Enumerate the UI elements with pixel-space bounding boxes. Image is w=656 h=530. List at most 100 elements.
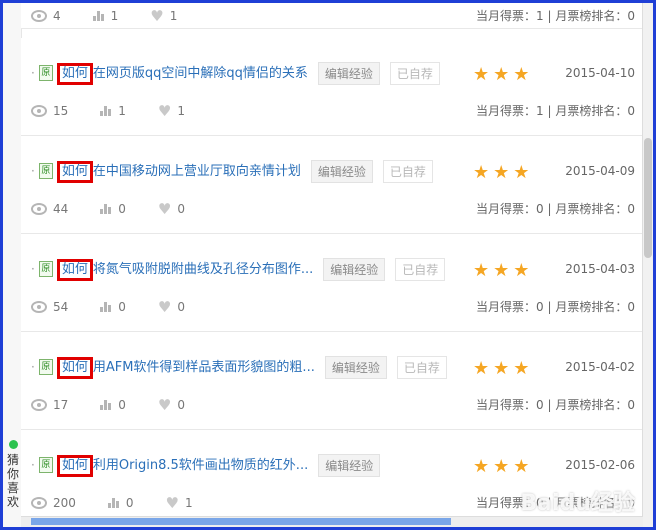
heart-icon[interactable]: ♥	[166, 494, 179, 512]
views-stat: 44	[31, 202, 68, 216]
self-recommended-badge: 已自荐	[389, 61, 440, 85]
list-item-partial: 4 1 ♥ 1 当月得票：1 | 月票榜排名：0	[21, 3, 643, 29]
views-stat: 200	[31, 496, 76, 510]
rating-stars: ★★★	[473, 64, 534, 85]
bar-chart-icon	[100, 302, 112, 312]
vertical-scrollbar[interactable]	[642, 3, 653, 527]
heart-icon[interactable]: ♥	[158, 200, 171, 218]
bars-count: 1	[118, 104, 126, 118]
guess-you-like-label: 猜你喜欢	[6, 453, 19, 509]
horizontal-scroll-thumb[interactable]	[31, 518, 451, 525]
edit-experience-button[interactable]: 编辑经验	[318, 453, 381, 477]
bars-count: 1	[110, 9, 119, 23]
bullet-icon: ·	[31, 164, 35, 178]
eye-icon	[31, 497, 47, 509]
publish-date: 2015-02-06	[565, 458, 635, 472]
row-stats: 4 1 ♥ 1	[31, 7, 209, 25]
guess-you-like-widget[interactable]: 猜你喜欢	[6, 440, 20, 509]
original-badge: 原	[38, 163, 53, 179]
article-title-link[interactable]: 如何 用AFM软件得到样品表面形貌图的粗...	[56, 356, 315, 379]
bars-count: 0	[118, 202, 126, 216]
article-title-line[interactable]: · 原 如何 用AFM软件得到样品表面形貌图的粗... 编辑经验 已自荐	[31, 354, 447, 380]
article-title-rest: 在中国移动网上营业厅取向亲情计划	[92, 163, 301, 179]
views-count: 15	[53, 104, 69, 118]
original-badge: 原	[38, 359, 53, 375]
article-title-link[interactable]: 如何 利用Origin8.5软件画出物质的红外...	[56, 454, 309, 477]
views-stat: 54	[31, 300, 68, 314]
bar-chart-icon	[100, 106, 112, 116]
experience-list: 4 1 ♥ 1 当月得票：1 | 月票榜排名：0 · 原 如何 在网页版qq空间中解…	[21, 3, 643, 527]
bullet-icon: ·	[31, 458, 35, 472]
views-stat: 4	[31, 9, 61, 23]
votes-rank: 当月得票：0 | 月票榜排名：0	[476, 202, 635, 216]
list-item: · 原 如何 在网页版qq空间中解除qq情侣的关系 编辑经验 已自荐 ★★★ 20…	[21, 38, 643, 136]
article-title-line[interactable]: · 原 如何 在网页版qq空间中解除qq情侣的关系 编辑经验 已自荐	[31, 60, 440, 86]
likes-stat: ♥ 1	[166, 494, 193, 512]
publish-date: 2015-04-10	[565, 66, 635, 80]
likes-count: 0	[177, 202, 186, 216]
bar-chart-icon	[100, 204, 112, 214]
rating-stars: ★★★	[473, 260, 534, 281]
likes-stat: ♥ 0	[158, 200, 185, 218]
edit-experience-button[interactable]: 编辑经验	[324, 355, 387, 379]
eye-icon	[31, 301, 47, 313]
edit-experience-button[interactable]: 编辑经验	[323, 257, 386, 281]
article-title-link[interactable]: 如何 将氮气吸附脱附曲线及孔径分布图作...	[56, 258, 314, 281]
heart-icon[interactable]: ♥	[150, 7, 163, 25]
votes-rank: 当月得票：1 | 月票榜排名：0	[476, 104, 635, 118]
screenshot-frame: 4 1 ♥ 1 当月得票：1 | 月票榜排名：0 · 原 如何 在网页版qq空间中解…	[0, 0, 656, 530]
list-item: · 原 如何 在中国移动网上营业厅取向亲情计划 编辑经验 已自荐 ★★★ 2015…	[21, 136, 643, 234]
heart-icon[interactable]: ♥	[158, 102, 171, 120]
original-badge: 原	[38, 261, 53, 277]
publish-date: 2015-04-09	[565, 164, 635, 178]
row-stats: 44 0 ♥ 0	[31, 200, 217, 218]
views-count: 44	[53, 202, 69, 216]
status-dot-icon	[8, 440, 18, 449]
edit-experience-button[interactable]: 编辑经验	[317, 61, 380, 85]
bullet-icon: ·	[31, 66, 35, 80]
article-title-rest: 利用Origin8.5软件画出物质的红外...	[92, 457, 309, 473]
vertical-scroll-thumb[interactable]	[644, 138, 652, 258]
rating-stars: ★★★	[473, 358, 534, 379]
list-item: · 原 如何 用AFM软件得到样品表面形貌图的粗... 编辑经验 已自荐 ★★★ …	[21, 332, 643, 430]
likes-count: 1	[185, 496, 193, 510]
original-badge: 原	[38, 65, 53, 81]
rating-stars: ★★★	[473, 162, 534, 183]
row-stats: 54 0 ♥ 0	[31, 298, 217, 316]
article-title-link[interactable]: 如何 在网页版qq空间中解除qq情侣的关系	[56, 62, 308, 85]
article-title-line[interactable]: · 原 如何 将氮气吸附脱附曲线及孔径分布图作... 编辑经验 已自荐	[31, 256, 446, 282]
bullet-icon: ·	[31, 360, 35, 374]
likes-count: 1	[177, 104, 186, 118]
article-title-line[interactable]: · 原 如何 在中国移动网上营业厅取向亲情计划 编辑经验 已自荐	[31, 158, 433, 184]
article-title-rest: 在网页版qq空间中解除qq情侣的关系	[92, 65, 308, 81]
views-count: 17	[53, 398, 69, 412]
eye-icon	[31, 399, 47, 411]
bars-stat: 0	[100, 398, 126, 412]
edit-experience-button[interactable]: 编辑经验	[310, 159, 373, 183]
bars-count: 0	[125, 496, 134, 510]
bars-stat: 0	[107, 496, 134, 510]
row-stats: 15 1 ♥ 1	[31, 102, 217, 120]
self-recommended-badge: 已自荐	[382, 159, 433, 183]
heart-icon[interactable]: ♥	[158, 396, 171, 414]
views-count: 54	[53, 300, 69, 314]
article-title-link[interactable]: 如何 在中国移动网上营业厅取向亲情计划	[56, 160, 301, 183]
views-stat: 17	[31, 398, 68, 412]
article-title-rest: 将氮气吸附脱附曲线及孔径分布图作...	[92, 261, 314, 277]
eye-icon	[31, 10, 47, 22]
publish-date: 2015-04-02	[565, 360, 635, 374]
likes-count: 0	[177, 300, 186, 314]
article-title-line[interactable]: · 原 如何 利用Origin8.5软件画出物质的红外... 编辑经验	[31, 452, 381, 478]
self-recommended-badge: 已自荐	[395, 257, 446, 281]
row-stats: 17 0 ♥ 0	[31, 396, 217, 414]
views-count: 200	[53, 496, 76, 510]
horizontal-scrollbar[interactable]	[21, 516, 643, 527]
heart-icon[interactable]: ♥	[158, 298, 171, 316]
likes-stat: ♥ 0	[158, 396, 185, 414]
bars-stat: 1	[92, 9, 119, 23]
highlighted-prefix: 如何	[56, 454, 93, 477]
bars-stat: 0	[100, 300, 126, 314]
list-item: · 原 如何 将氮气吸附脱附曲线及孔径分布图作... 编辑经验 已自荐 ★★★ 2…	[21, 234, 643, 332]
bars-stat: 1	[100, 104, 126, 118]
bars-count: 0	[118, 300, 126, 314]
